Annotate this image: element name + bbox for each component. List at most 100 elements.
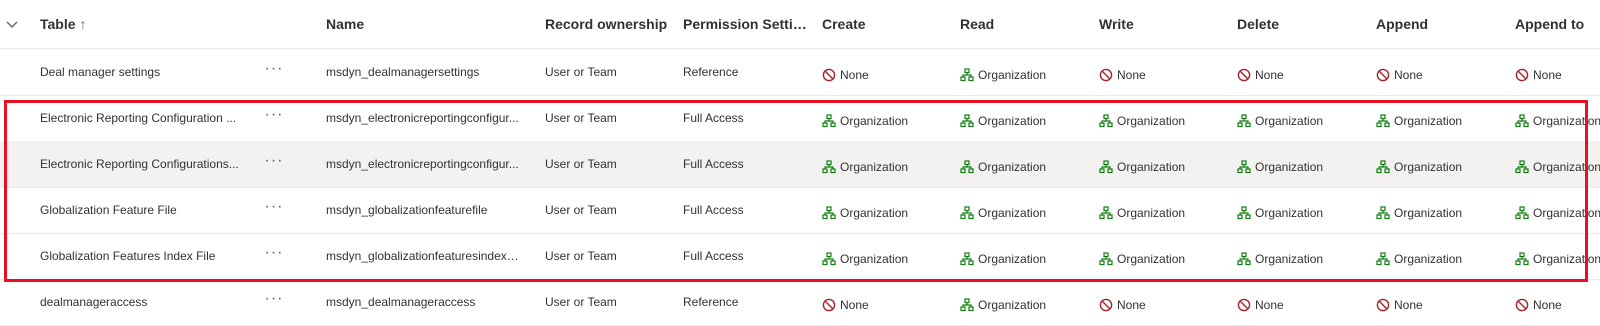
table-name-cell[interactable]: dealmanageraccess [40, 279, 245, 325]
privilege-write-cell[interactable]: Organization [1099, 233, 1234, 279]
privilege-read-cell[interactable]: Organization [960, 49, 1095, 95]
privilege-append-to-cell[interactable]: None [1515, 279, 1600, 325]
privilege-level-label: Organization [1394, 252, 1463, 266]
privilege-level-label: Organization [1533, 252, 1600, 266]
table-row[interactable]: Electronic Reporting Configuration ... ··… [0, 95, 1600, 142]
privilege-level-label: Organization [1255, 252, 1324, 266]
table-row[interactable]: Globalization Features Index File ··· msdy… [0, 233, 1600, 280]
column-header-record-ownership[interactable]: Record ownership [545, 0, 670, 48]
privilege-read-cell[interactable]: Organization [960, 95, 1095, 141]
privilege-append-cell[interactable]: Organization [1376, 187, 1511, 233]
organization-icon [1237, 252, 1251, 266]
privilege-append-cell[interactable]: Organization [1376, 141, 1511, 187]
table-name-cell[interactable]: Deal manager settings [40, 49, 245, 95]
none-icon [822, 68, 836, 82]
more-icon: ··· [264, 198, 284, 215]
organization-icon [1099, 114, 1113, 128]
column-header-append[interactable]: Append [1376, 0, 1511, 48]
more-options-button[interactable]: ··· [262, 49, 286, 95]
privilege-create-cell[interactable]: None [822, 279, 957, 325]
permission-settings-cell[interactable]: Full Access [683, 233, 808, 279]
table-name-cell[interactable]: Electronic Reporting Configurations... [40, 141, 245, 187]
column-header-delete[interactable]: Delete [1237, 0, 1372, 48]
privilege-level-label: Organization [978, 252, 1047, 266]
privilege-create-cell[interactable]: Organization [822, 233, 957, 279]
privilege-write-cell[interactable]: None [1099, 49, 1234, 95]
privilege-create-cell[interactable]: Organization [822, 95, 957, 141]
organization-icon [1515, 252, 1529, 266]
privilege-delete-cell[interactable]: Organization [1237, 141, 1372, 187]
privilege-append-to-cell[interactable]: Organization [1515, 187, 1600, 233]
record-ownership-cell: User or Team [545, 249, 617, 263]
privilege-read-cell[interactable]: Organization [960, 233, 1095, 279]
column-header-table-label: Table [40, 16, 76, 32]
table-name-cell[interactable]: Globalization Feature File [40, 187, 245, 233]
more-options-button[interactable]: ··· [262, 279, 286, 325]
column-header-permission-settings[interactable]: Permission Setti… [683, 0, 808, 48]
table-name-cell[interactable]: Globalization Features Index File [40, 233, 245, 279]
record-ownership-cell: User or Team [545, 157, 617, 171]
table-row[interactable]: dealmanageraccess ··· msdyn_dealmanageracc… [0, 279, 1600, 326]
privilege-read-cell[interactable]: Organization [960, 187, 1095, 233]
column-header-append-to[interactable]: Append to [1515, 0, 1600, 48]
record-ownership-cell: User or Team [545, 295, 617, 309]
organization-icon [822, 206, 836, 220]
column-header-read[interactable]: Read [960, 0, 1095, 48]
privilege-append-cell[interactable]: None [1376, 279, 1511, 325]
privilege-create-cell[interactable]: None [822, 49, 957, 95]
privilege-write-cell[interactable]: Organization [1099, 141, 1234, 187]
privilege-level-label: None [1117, 298, 1146, 312]
none-icon [1099, 298, 1113, 312]
privilege-create-cell[interactable]: Organization [822, 141, 957, 187]
privilege-read-cell[interactable]: Organization [960, 279, 1095, 325]
none-icon [1237, 298, 1251, 312]
privilege-delete-cell[interactable]: Organization [1237, 95, 1372, 141]
privilege-append-to-cell[interactable]: Organization [1515, 95, 1600, 141]
privilege-level-label: Organization [840, 206, 909, 220]
privilege-delete-cell[interactable]: Organization [1237, 233, 1372, 279]
permission-settings-cell[interactable]: Full Access [683, 95, 808, 141]
privilege-append-to-cell[interactable]: None [1515, 49, 1600, 95]
table-row[interactable]: Deal manager settings ··· msdyn_dealmanage… [0, 49, 1600, 96]
column-header-name[interactable]: Name [326, 0, 521, 48]
privilege-delete-cell[interactable]: Organization [1237, 187, 1372, 233]
table-row[interactable]: Electronic Reporting Configurations... ··… [0, 141, 1600, 188]
privilege-read-cell[interactable]: Organization [960, 141, 1095, 187]
column-header-create[interactable]: Create [822, 0, 957, 48]
permission-settings-cell[interactable]: Full Access [683, 187, 808, 233]
expand-all-chevron[interactable] [0, 0, 24, 48]
privilege-delete-cell[interactable]: None [1237, 279, 1372, 325]
privilege-level-label: Organization [1533, 160, 1600, 174]
privilege-delete-cell[interactable]: None [1237, 49, 1372, 95]
more-options-button[interactable]: ··· [262, 187, 286, 233]
more-options-button[interactable]: ··· [262, 95, 286, 141]
organization-icon [960, 298, 974, 312]
more-options-button[interactable]: ··· [262, 141, 286, 187]
logical-name-cell: msdyn_dealmanagersettings [326, 65, 480, 79]
privilege-level-label: Organization [978, 160, 1047, 174]
privilege-append-cell[interactable]: Organization [1376, 233, 1511, 279]
privilege-write-cell[interactable]: Organization [1099, 95, 1234, 141]
privilege-append-cell[interactable]: Organization [1376, 95, 1511, 141]
privilege-write-cell[interactable]: None [1099, 279, 1234, 325]
permission-settings-cell[interactable]: Full Access [683, 141, 808, 187]
privilege-append-cell[interactable]: None [1376, 49, 1511, 95]
privilege-create-cell[interactable]: Organization [822, 187, 957, 233]
privilege-level-label: Organization [978, 206, 1047, 220]
table-row[interactable]: Globalization Feature File ··· msdyn_globa… [0, 187, 1600, 234]
permission-settings-cell[interactable]: Reference [683, 49, 808, 95]
privilege-append-to-cell[interactable]: Organization [1515, 141, 1600, 187]
column-header-write[interactable]: Write [1099, 0, 1234, 48]
column-header-table[interactable]: Table ↑ [40, 0, 245, 48]
privilege-append-to-cell[interactable]: Organization [1515, 233, 1600, 279]
organization-icon [960, 114, 974, 128]
permission-settings-cell[interactable]: Reference [683, 279, 808, 325]
more-options-button[interactable]: ··· [262, 233, 286, 279]
table-name-cell[interactable]: Electronic Reporting Configuration ... [40, 95, 245, 141]
privilege-write-cell[interactable]: Organization [1099, 187, 1234, 233]
none-icon [1515, 68, 1529, 82]
privilege-level-label: None [1255, 68, 1284, 82]
organization-icon [1237, 160, 1251, 174]
none-icon [1376, 68, 1390, 82]
privilege-level-label: Organization [1117, 206, 1186, 220]
